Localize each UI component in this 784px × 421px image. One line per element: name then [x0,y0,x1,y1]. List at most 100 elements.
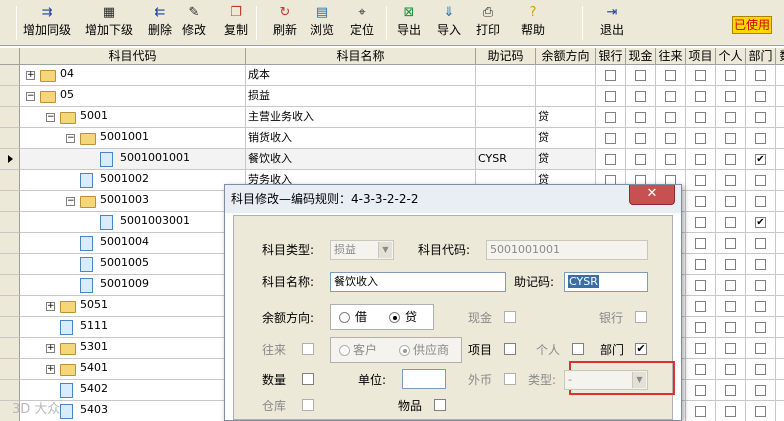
table-cell[interactable]: 销货收入 [246,128,476,149]
table-cell[interactable] [746,65,776,86]
column-header[interactable]: 银行 [596,48,626,65]
table-cell[interactable] [596,65,626,86]
table-cell[interactable]: +5401 [20,359,246,380]
table-cell[interactable] [686,254,716,275]
table-cell[interactable]: +04 [20,65,246,86]
table-cell[interactable] [746,380,776,401]
table-cell[interactable] [716,317,746,338]
table-cell[interactable] [746,107,776,128]
attribute-checkbox[interactable] [635,133,646,144]
attribute-checkbox[interactable] [665,91,676,102]
table-cell[interactable] [716,212,746,233]
attribute-checkbox[interactable] [725,364,736,375]
table-cell[interactable]: 贷 [536,149,596,170]
table-cell[interactable] [776,317,784,338]
attribute-checkbox[interactable] [695,406,706,417]
table-cell[interactable] [596,149,626,170]
table-cell[interactable] [716,359,746,380]
table-cell[interactable] [776,191,784,212]
table-cell[interactable]: 5001009 [20,275,246,296]
table-cell[interactable] [776,149,784,170]
table-cell[interactable] [686,338,716,359]
table-cell[interactable]: ✔ [746,212,776,233]
table-cell[interactable] [776,296,784,317]
attribute-checkbox[interactable] [725,70,736,81]
table-cell[interactable]: 5001002 [20,170,246,191]
attribute-checkbox[interactable] [605,133,616,144]
foreign-currency-checkbox[interactable] [504,373,516,385]
table-cell[interactable] [686,359,716,380]
table-cell[interactable] [746,275,776,296]
table-cell[interactable] [776,359,784,380]
table-cell[interactable] [626,149,656,170]
table-cell[interactable] [656,149,686,170]
table-cell[interactable] [656,86,686,107]
table-cell[interactable]: 餐饮收入 [246,149,476,170]
table-cell[interactable] [716,380,746,401]
table-cell[interactable] [776,212,784,233]
toolbar-button-10[interactable]: ⎙ 打印 [472,4,504,44]
table-cell[interactable] [626,65,656,86]
attribute-checkbox[interactable] [725,196,736,207]
goods-checkbox[interactable] [434,399,446,411]
table-cell[interactable] [716,401,746,421]
column-header[interactable]: 往来 [656,48,686,65]
table-cell[interactable]: 5001004 [20,233,246,254]
table-cell[interactable] [656,65,686,86]
attribute-checkbox[interactable] [635,154,646,165]
table-cell[interactable] [746,170,776,191]
column-header[interactable]: 现金 [626,48,656,65]
table-cell[interactable]: 5111 [20,317,246,338]
attribute-checkbox[interactable] [755,91,766,102]
attribute-checkbox[interactable] [725,406,736,417]
attribute-checkbox[interactable] [695,91,706,102]
toolbar-button-7[interactable]: ⌖ 定位 [346,4,378,44]
table-cell[interactable] [686,191,716,212]
table-cell[interactable] [716,86,746,107]
attribute-checkbox[interactable] [695,196,706,207]
table-cell[interactable] [686,317,716,338]
column-header[interactable]: 项目 [686,48,716,65]
table-cell[interactable] [596,128,626,149]
attribute-checkbox[interactable] [695,301,706,312]
table-cell[interactable] [476,86,536,107]
attribute-checkbox[interactable] [755,70,766,81]
attribute-checkbox[interactable] [605,112,616,123]
table-cell[interactable] [776,65,784,86]
attribute-checkbox[interactable] [695,70,706,81]
table-cell[interactable] [746,128,776,149]
table-cell[interactable]: − 05 [20,86,246,107]
table-cell[interactable] [716,254,746,275]
table-cell[interactable]: ✔ [746,149,776,170]
attribute-checkbox[interactable] [695,133,706,144]
table-cell[interactable] [746,86,776,107]
column-header[interactable]: 助记码 [476,48,536,65]
cash-checkbox[interactable] [504,311,516,323]
table-cell[interactable]: − 5001001 [20,128,246,149]
attribute-checkbox[interactable] [755,385,766,396]
attribute-checkbox[interactable] [755,364,766,375]
table-cell[interactable] [536,86,596,107]
current-account-checkbox[interactable] [302,343,314,355]
department-checkbox[interactable]: ✔ [635,343,647,355]
attribute-checkbox[interactable] [725,154,736,165]
table-cell[interactable] [536,65,596,86]
collapse-icon[interactable]: − [66,197,75,206]
table-cell[interactable] [776,401,784,421]
table-cell[interactable] [746,338,776,359]
attribute-checkbox[interactable] [635,91,646,102]
attribute-checkbox[interactable] [695,259,706,270]
table-cell[interactable]: 主营业务收入 [246,107,476,128]
supplier-radio[interactable] [399,345,410,356]
table-cell[interactable]: 损益 [246,86,476,107]
table-cell[interactable] [746,191,776,212]
table-cell[interactable]: − 5001 [20,107,246,128]
column-header[interactable]: 部门 [746,48,776,65]
table-cell[interactable] [746,401,776,421]
expand-icon[interactable]: + [46,344,55,353]
table-cell[interactable] [596,107,626,128]
toolbar-button-1[interactable]: ▦ 增加下级 [82,4,136,44]
table-cell[interactable] [686,86,716,107]
attribute-checkbox[interactable] [755,238,766,249]
close-button[interactable]: ✕ [629,185,675,205]
